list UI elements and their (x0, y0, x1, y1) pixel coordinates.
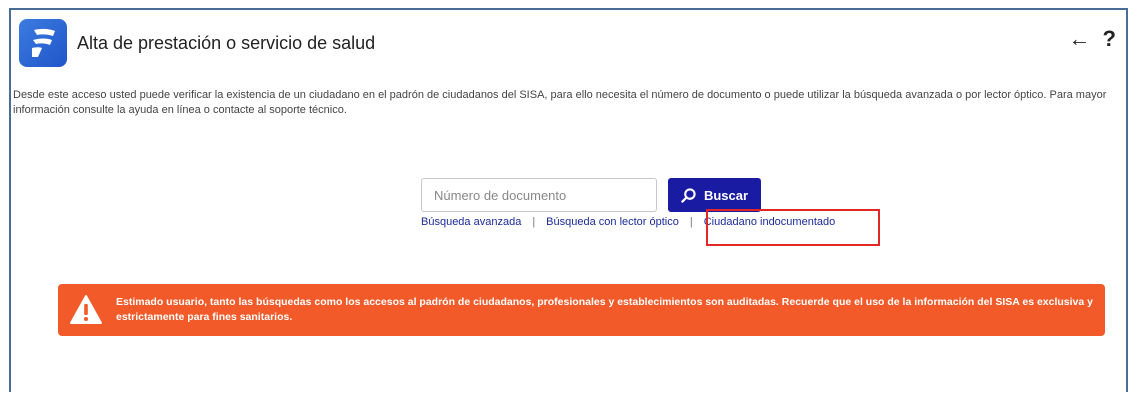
back-arrow-icon[interactable]: ← (1069, 28, 1091, 50)
search-button-label: Buscar (703, 187, 749, 203)
page-title: Alta de prestación o servicio de salud (77, 32, 376, 53)
search-bar: Buscar (421, 178, 761, 212)
link-separator: | (689, 216, 693, 228)
help-icon[interactable]: ? (1103, 28, 1116, 50)
optical-reader-search-link[interactable]: Búsqueda con lector óptico (546, 216, 679, 228)
warning-text: Estimado usuario, tanto las búsquedas co… (116, 296, 1093, 323)
document-number-input[interactable] (421, 178, 657, 212)
search-icon (681, 187, 696, 203)
link-separator: | (532, 216, 536, 228)
search-button[interactable]: Buscar (668, 178, 761, 212)
header-actions: ← ? (1069, 28, 1116, 50)
warning-icon (70, 295, 102, 324)
page-description: Desde este acceso usted puede verificar … (13, 89, 1107, 116)
search-options: Búsqueda avanzada | Búsqueda con lector … (421, 216, 835, 228)
undocumented-citizen-link[interactable]: Ciudadano indocumentado (704, 216, 836, 228)
page-header: Alta de prestación o servicio de salud (19, 19, 375, 67)
app-logo-icon (19, 19, 67, 67)
advanced-search-link[interactable]: Búsqueda avanzada (421, 216, 521, 228)
audit-warning-banner: Estimado usuario, tanto las búsquedas co… (58, 284, 1105, 336)
main-panel: Alta de prestación o servicio de salud ←… (9, 8, 1128, 392)
